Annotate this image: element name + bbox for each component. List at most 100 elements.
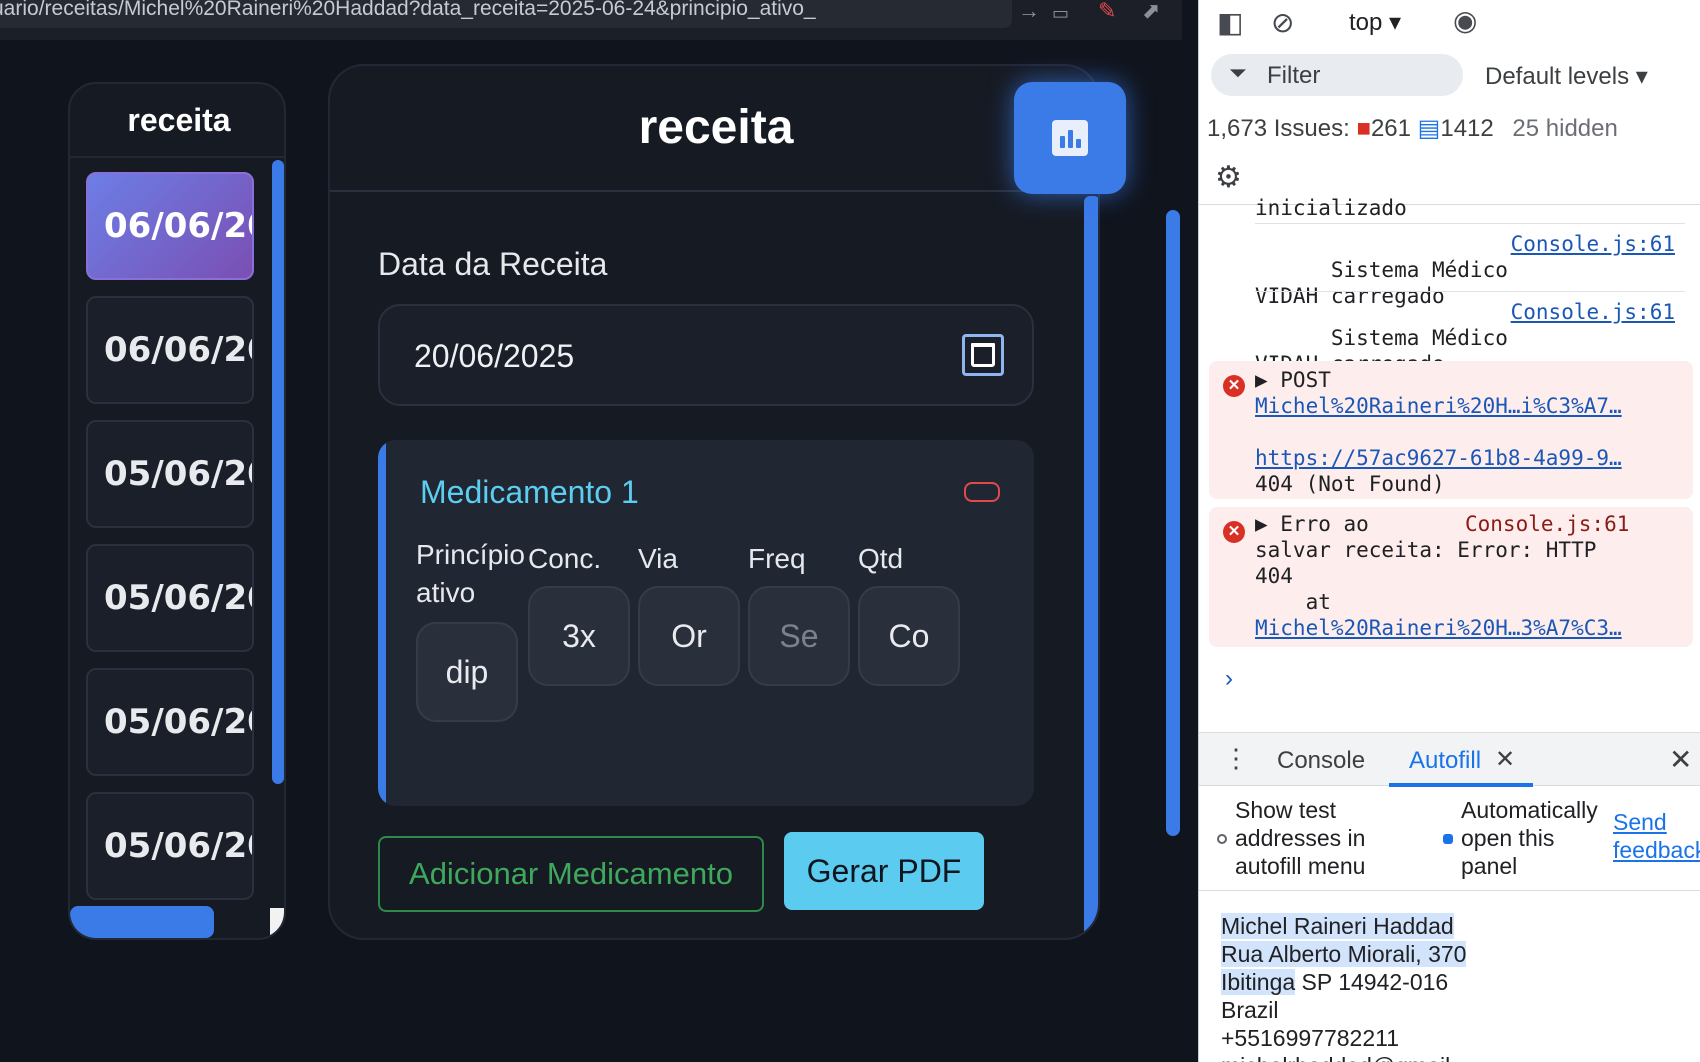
- address-email: michelrhaddad@gmail...: [1221, 1053, 1469, 1062]
- stats-button[interactable]: [1014, 82, 1126, 194]
- list-horizontal-scrollbar[interactable]: [70, 906, 214, 938]
- context-selector[interactable]: top ▾: [1349, 8, 1401, 37]
- error-url-link[interactable]: https://57ac9627-61b8-4a99-9…: [1255, 446, 1622, 470]
- form-title: receita: [638, 101, 794, 154]
- url-text: uario/receitas/Michel%20Raineri%20Haddad…: [0, 0, 816, 20]
- filter-icon: ⏷: [1229, 60, 1247, 85]
- list-item[interactable]: 06/06/202: [86, 296, 254, 404]
- list-divider: [70, 156, 284, 158]
- principio-input[interactable]: dip: [416, 622, 518, 722]
- filter-input[interactable]: ⏷ Filter: [1211, 54, 1463, 96]
- list-item-date: 06/06/202: [104, 206, 252, 246]
- send-feedback-link[interactable]: Send feedback: [1613, 808, 1700, 864]
- clear-console-icon[interactable]: ⊘: [1271, 6, 1294, 39]
- url-field[interactable]: uario/receitas/Michel%20Raineri%20Haddad…: [0, 0, 1012, 28]
- principio-label: Princípio ativo: [416, 539, 525, 608]
- log-source-link[interactable]: Console.js:61: [1511, 231, 1675, 257]
- list-item[interactable]: 05/06/202: [86, 792, 254, 900]
- list-vertical-scrollbar[interactable]: [272, 160, 284, 784]
- via-input[interactable]: Or: [638, 586, 740, 686]
- chart-icon: [1052, 120, 1088, 156]
- issues-counter[interactable]: 1,673 Issues: ■261 ▤1412 25 hidden: [1207, 114, 1618, 143]
- conc-input[interactable]: 3x: [528, 586, 630, 686]
- medication-title: Medicamento 1: [420, 474, 639, 510]
- qtd-value: Co: [888, 618, 930, 654]
- error-entry-post: ✕ ▶ POST Michel%20Raineri%20H…i%C3%A7… h…: [1209, 361, 1693, 499]
- show-test-addresses-radio[interactable]: [1217, 834, 1227, 844]
- list-item-date: 05/06/202: [104, 578, 252, 618]
- autofill-address: Michel Raineri Haddad Rua Alberto Mioral…: [1221, 912, 1469, 1062]
- generate-pdf-button[interactable]: Gerar PDF: [784, 832, 984, 910]
- cast-icon[interactable]: ▭: [1052, 2, 1082, 24]
- error-source-link[interactable]: Console.js:61: [1465, 511, 1629, 537]
- open-external-icon[interactable]: ⬈: [1142, 0, 1172, 22]
- list-title: receita: [127, 102, 231, 138]
- error-line[interactable]: ▶ Erro ao: [1255, 512, 1369, 536]
- context-label: top: [1349, 9, 1383, 36]
- list-item-date: 05/06/202: [104, 826, 252, 866]
- levels-label: Default levels: [1485, 63, 1630, 90]
- calendar-icon[interactable]: [962, 334, 1004, 376]
- principio-value: dip: [445, 654, 489, 690]
- show-test-addresses-label: Show test addresses in autofill menu: [1235, 797, 1366, 879]
- scroll-corner: [270, 908, 284, 938]
- error-count-icon: ■: [1356, 115, 1371, 142]
- error-stack-link[interactable]: Michel%20Raineri%20H…3%A7%C3…: [1255, 616, 1622, 640]
- address-country: Brazil: [1221, 997, 1279, 1023]
- freq-placeholder: Se: [779, 618, 819, 654]
- date-value: 20/06/2025: [414, 338, 575, 374]
- form-vertical-scrollbar[interactable]: [1084, 196, 1098, 938]
- list-item-date: 06/06/202: [104, 330, 252, 370]
- error-status: 404 (Not Found): [1255, 472, 1445, 496]
- list-item[interactable]: 05/06/202: [86, 420, 254, 528]
- console-prompt-icon[interactable]: ›: [1225, 665, 1233, 693]
- more-options-icon[interactable]: ⋮: [1223, 743, 1249, 774]
- receipt-form-panel: receita Data da Receita 20/06/2025 Medic…: [328, 64, 1100, 940]
- date-field[interactable]: 20/06/2025: [378, 304, 1034, 406]
- list-item-date: 05/06/202: [104, 702, 252, 742]
- info-count: 1412: [1440, 115, 1494, 142]
- freq-label: Freq: [748, 543, 806, 574]
- form-divider: [330, 190, 1098, 192]
- auto-open-label: Automatically open this panel: [1461, 797, 1598, 879]
- error-entry-save: ✕ ▶ Erro ao salvar receita: Error: HTTP …: [1209, 507, 1693, 647]
- error-icon: ✕: [1223, 375, 1245, 397]
- remove-medication-button[interactable]: [964, 482, 1000, 502]
- auto-open-checkbox[interactable]: [1443, 834, 1453, 844]
- error-icon: ✕: [1223, 521, 1245, 543]
- log-line: inicializado: [1255, 196, 1407, 220]
- issues-label: 1,673 Issues:: [1207, 115, 1350, 142]
- error-line: salvar receita: Error: HTTP 404 at: [1255, 538, 1597, 614]
- list-item[interactable]: 05/06/202: [86, 668, 254, 776]
- page-vertical-scrollbar[interactable]: [1166, 210, 1180, 836]
- close-tab-icon[interactable]: ✕: [1495, 745, 1515, 774]
- freq-input[interactable]: Se: [748, 586, 850, 686]
- sidebar-toggle-icon[interactable]: ◧: [1217, 6, 1243, 39]
- error-url-link[interactable]: Michel%20Raineri%20H…i%C3%A7…: [1255, 394, 1622, 418]
- list-item[interactable]: 06/06/202: [86, 172, 254, 280]
- log-source-link[interactable]: Console.js:61: [1511, 299, 1675, 325]
- qtd-input[interactable]: Co: [858, 586, 960, 686]
- address-city: Ibitinga: [1221, 969, 1296, 995]
- gear-icon[interactable]: ⚙: [1215, 160, 1247, 194]
- app-viewport: uario/receitas/Michel%20Raineri%20Haddad…: [0, 0, 1198, 1062]
- console-output: inicializado Sistema Médico VIDAH carreg…: [1199, 196, 1700, 732]
- tab-console[interactable]: Console: [1277, 747, 1365, 775]
- extension-icon[interactable]: ✎: [1098, 0, 1128, 22]
- add-medication-button[interactable]: Adicionar Medicamento: [378, 836, 764, 912]
- list-item[interactable]: 05/06/202: [86, 544, 254, 652]
- arrow-icon[interactable]: →: [1018, 0, 1048, 22]
- drawer-tab-bar: ⋮ Console Autofill ✕ ✕: [1199, 732, 1700, 787]
- address-name: Michel Raineri Haddad: [1221, 913, 1454, 939]
- list-item-date: 05/06/202: [104, 454, 252, 494]
- card-accent: [378, 440, 386, 806]
- levels-dropdown[interactable]: Default levels ▾: [1485, 62, 1648, 91]
- tab-autofill[interactable]: Autofill: [1409, 747, 1481, 775]
- filter-placeholder: Filter: [1267, 62, 1321, 89]
- eye-icon[interactable]: ◉: [1453, 4, 1477, 37]
- address-phone: +5516997782211: [1221, 1025, 1400, 1051]
- close-drawer-icon[interactable]: ✕: [1669, 743, 1692, 776]
- post-method[interactable]: ▶ POST: [1255, 368, 1331, 392]
- address-bar[interactable]: uario/receitas/Michel%20Raineri%20Haddad…: [0, 0, 1182, 40]
- date-label: Data da Receita: [378, 246, 608, 282]
